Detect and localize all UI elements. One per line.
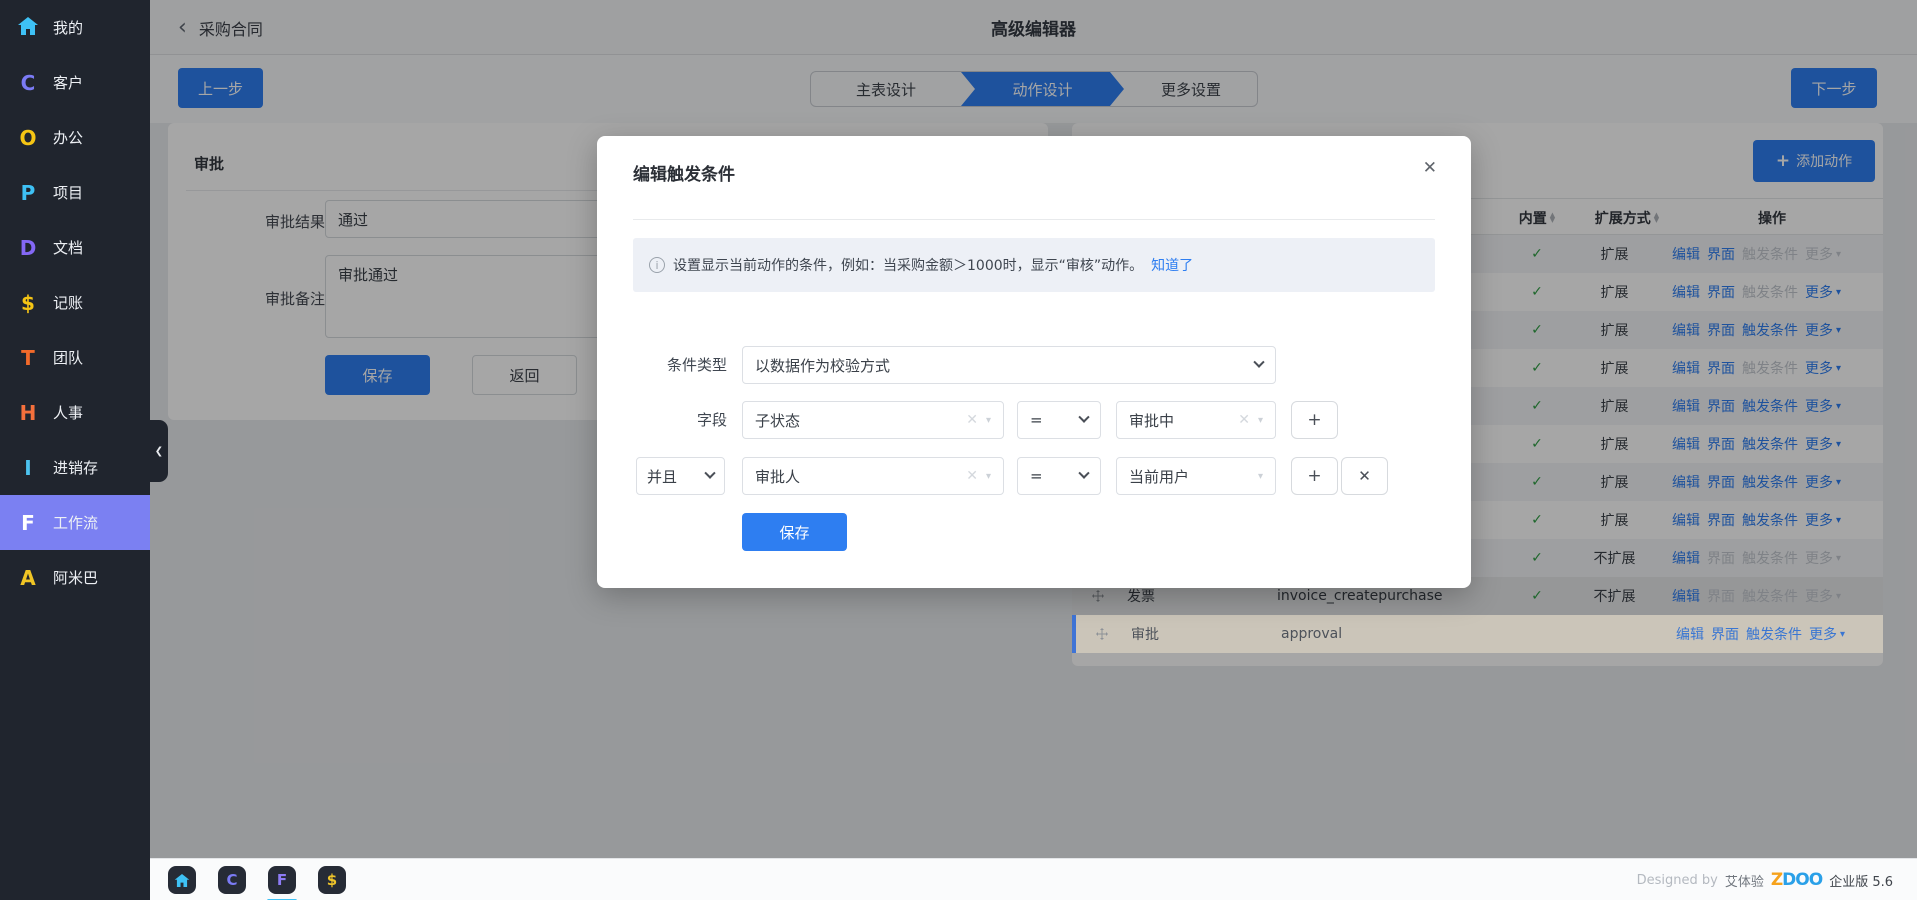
chevron-down-icon — [1078, 412, 1089, 423]
value-select-2[interactable]: 当前用户 ▾ — [1116, 457, 1276, 495]
value-select-1[interactable]: 审批中 ✕ ▾ — [1116, 401, 1276, 439]
drag-handle-icon[interactable] — [1096, 615, 1116, 653]
app-dock: CF $ — [168, 859, 346, 900]
sidebar-item-H[interactable]: H 人事 — [0, 385, 150, 440]
sidebar-collapse-handle[interactable]: ❮ — [150, 420, 168, 482]
sidebar-item-label: 客户 — [53, 72, 83, 93]
action-link-0[interactable]: 编辑 — [1676, 624, 1704, 644]
chevron-down-icon — [1253, 357, 1264, 368]
condition-type-select[interactable]: 以数据作为校验方式 — [742, 346, 1276, 384]
app-letter-icon: O — [13, 128, 43, 148]
sidebar-item-F[interactable]: F 工作流 — [0, 495, 150, 550]
bottom-taskbar: CF $ Designed by 艾体验 ZDOO 企业版 5.6 — [150, 858, 1917, 900]
remove-condition-button[interactable]: ✕ — [1341, 457, 1388, 495]
action-link-2[interactable]: 触发条件 — [1746, 624, 1802, 644]
app-letter-icon: I — [13, 458, 43, 478]
app-letter-icon: H — [13, 403, 43, 423]
caret-down-icon: ▾ — [986, 415, 991, 426]
sidebar-item-label: 办公 — [53, 127, 83, 148]
sidebar-item-C[interactable]: C 客户 — [0, 55, 150, 110]
home-icon — [13, 16, 43, 39]
sidebar-item-D[interactable]: D 文档 — [0, 220, 150, 275]
sidebar-item-I[interactable]: I 进销存 — [0, 440, 150, 495]
designed-by-text: Designed by — [1637, 873, 1718, 888]
action-code-cell: approval — [1281, 615, 1481, 653]
app-window: 我的C客户O办公P项目D文档$记账T团队H人事I进销存F工作流A阿米巴 ❮ 个人… — [0, 0, 1917, 900]
dialog-save-button[interactable]: 保存 — [742, 513, 847, 551]
sidebar-item-P[interactable]: P 项目 — [0, 165, 150, 220]
caret-down-icon: ▾ — [1840, 629, 1845, 640]
sidebar-item-label: 记账 — [53, 292, 83, 313]
action-link-3[interactable]: 更多 — [1809, 624, 1837, 644]
action-name-cell: 审批 — [1131, 615, 1271, 653]
info-icon: i — [649, 257, 665, 273]
chevron-down-icon — [704, 468, 715, 479]
info-banner: i 设置显示当前动作的条件，例如：当采购金额＞1000时，显示“审核”动作。 知… — [633, 238, 1435, 292]
divider — [633, 219, 1435, 220]
add-condition-button-2[interactable]: + — [1291, 457, 1338, 495]
sidebar-item-O[interactable]: O 办公 — [0, 110, 150, 165]
operator-select-1[interactable]: = — [1017, 401, 1101, 439]
dock-home-icon[interactable] — [168, 866, 196, 894]
clear-icon[interactable]: ✕ — [1238, 412, 1250, 428]
sidebar-item-label: 项目 — [53, 182, 83, 203]
sidebar-item-$[interactable]: $ 记账 — [0, 275, 150, 330]
dock-crm-icon[interactable]: C — [218, 866, 246, 894]
sidebar-item-label: 人事 — [53, 402, 83, 423]
chevron-down-icon — [1078, 468, 1089, 479]
operator-select-2[interactable]: = — [1017, 457, 1101, 495]
clear-icon[interactable]: ✕ — [966, 412, 978, 428]
sidebar-item-label: 阿米巴 — [53, 567, 98, 588]
action-table-row[interactable]: 审批 approval 编辑界面触发条件更多▾ — [1072, 615, 1883, 653]
sidebar: 我的 C 客户 O 办公 P 项目 D 文档 $ 记账 T 团队 H 人事 I 进销存 F 工作流 A 阿米巴 — [0, 0, 150, 900]
app-letter-icon: P — [13, 183, 43, 203]
edit-trigger-condition-dialog: 编辑触发条件 ✕ i 设置显示当前动作的条件，例如：当采购金额＞1000时，显示… — [597, 136, 1471, 588]
field-select-1[interactable]: 子状态 ✕ ▾ — [742, 401, 1004, 439]
field-select-2[interactable]: 审批人 ✕ ▾ — [742, 457, 1004, 495]
edition-label: 企业版 5.6 — [1829, 871, 1893, 890]
sidebar-item-T[interactable]: T 团队 — [0, 330, 150, 385]
dock-cash-icon[interactable]: $ — [318, 866, 346, 894]
zdoo-logo: ZDOO — [1771, 870, 1822, 890]
caret-down-icon: ▾ — [1258, 471, 1263, 482]
chevron-left-icon: ❮ — [155, 446, 163, 457]
app-letter-icon: F — [13, 513, 43, 533]
sidebar-item-label: 我的 — [53, 17, 83, 38]
app-letter-icon: D — [13, 238, 43, 258]
action-link-1[interactable]: 界面 — [1711, 624, 1739, 644]
app-letter-icon: $ — [13, 293, 43, 313]
builtin-check-icon — [1516, 615, 1566, 653]
sidebar-item-home[interactable]: 我的 — [0, 0, 150, 55]
brand-name: 艾体验 — [1725, 871, 1764, 890]
field-label: 字段 — [633, 401, 727, 439]
dock-flow-icon[interactable]: F — [268, 866, 296, 894]
dialog-title: 编辑触发条件 — [633, 160, 735, 185]
conjunction-select[interactable]: 并且 — [636, 457, 725, 495]
app-letter-icon: A — [13, 568, 43, 588]
extend-mode-cell — [1571, 615, 1666, 653]
close-icon[interactable]: ✕ — [1423, 158, 1437, 178]
sidebar-item-A[interactable]: A 阿米巴 — [0, 550, 150, 605]
caret-down-icon: ▾ — [1258, 415, 1263, 426]
condition-type-label: 条件类型 — [633, 346, 727, 384]
clear-icon[interactable]: ✕ — [966, 468, 978, 484]
footer-branding: Designed by 艾体验 ZDOO 企业版 5.6 — [1637, 859, 1893, 900]
caret-down-icon: ▾ — [986, 471, 991, 482]
app-letter-icon: T — [13, 348, 43, 368]
sidebar-item-label: 进销存 — [53, 457, 98, 478]
app-letter-icon: C — [13, 73, 43, 93]
sidebar-item-label: 团队 — [53, 347, 83, 368]
info-text: 设置显示当前动作的条件，例如：当采购金额＞1000时，显示“审核”动作。 — [673, 255, 1143, 275]
add-condition-button-1[interactable]: + — [1291, 401, 1338, 439]
sidebar-item-label: 文档 — [53, 237, 83, 258]
row-actions-cell: 编辑界面触发条件更多▾ — [1676, 615, 1876, 653]
sidebar-item-label: 工作流 — [53, 512, 98, 533]
got-it-link[interactable]: 知道了 — [1151, 255, 1193, 275]
